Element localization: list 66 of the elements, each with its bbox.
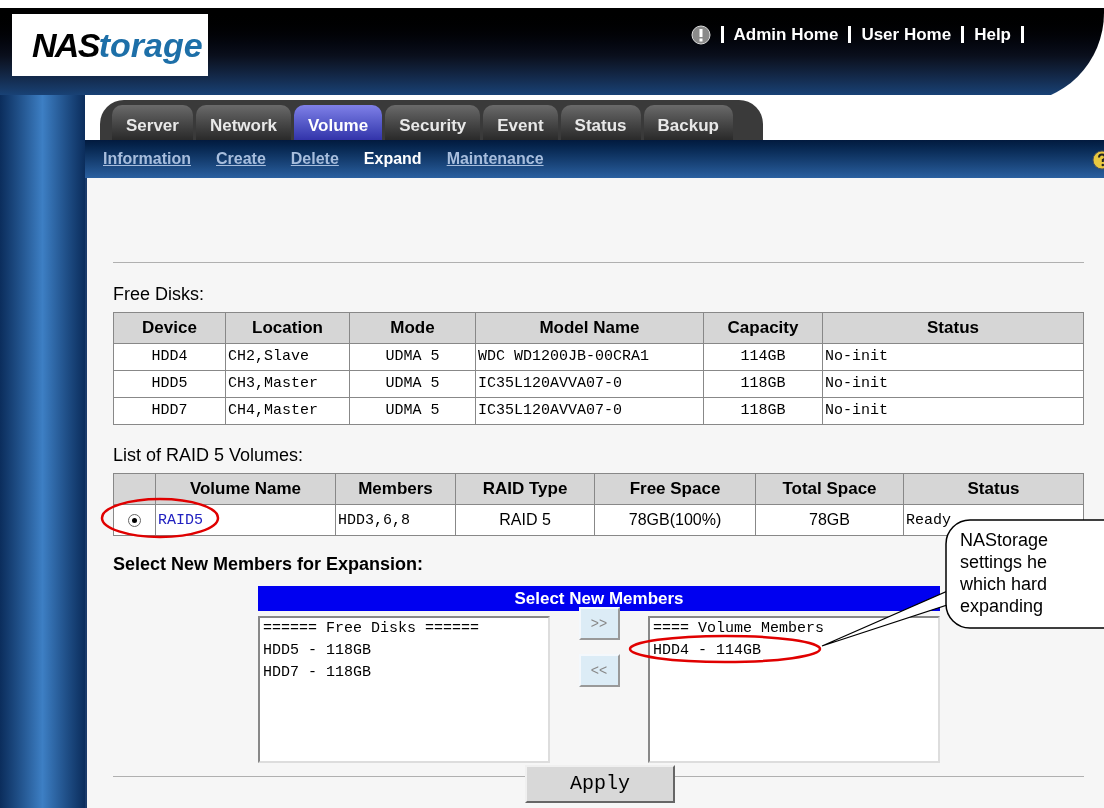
column-header: Status xyxy=(903,473,1084,505)
free-disks-list[interactable]: ====== Free Disks ====== HDD5 - 118GB HDD7 - 118GB xyxy=(258,616,550,763)
table-cell: HDD3,6,8 xyxy=(338,511,410,529)
column-header: Device xyxy=(113,312,226,344)
table-cell: IC35L120AVVA07-0 xyxy=(475,370,704,398)
column-header: RAID Type xyxy=(455,473,595,505)
callout-text: NAStorage settings he which hard expanding xyxy=(960,529,1049,617)
apply-button[interactable]: Apply xyxy=(525,765,675,803)
table-cell: UDMA 5 xyxy=(349,343,476,371)
tab[interactable]: Server xyxy=(112,104,193,140)
alert-icon[interactable] xyxy=(690,24,711,45)
tab[interactable]: Network xyxy=(195,104,291,140)
list-item[interactable]: HDD4 - 114GB xyxy=(653,640,935,662)
subnav-link[interactable]: Delete xyxy=(290,147,339,171)
column-header: Free Space xyxy=(594,473,756,505)
column-header: Location xyxy=(225,312,350,344)
section-title: List of RAID 5 Volumes: xyxy=(113,444,305,467)
table-cell: No-init xyxy=(822,370,1084,398)
tab[interactable]: Security xyxy=(385,104,481,140)
section-title: Select New Members for Expansion: xyxy=(113,553,424,576)
column-header: Members xyxy=(335,473,456,505)
table-cell: Ready xyxy=(906,511,951,529)
header-link[interactable]: Help xyxy=(974,22,1011,48)
table-cell: UDMA 5 xyxy=(349,370,476,398)
column-header: Total Space xyxy=(755,473,904,505)
header-link[interactable]: User Home xyxy=(861,22,952,48)
table-cell: 78GB(100%) xyxy=(628,511,722,528)
column-header: Volume Name xyxy=(155,473,336,505)
logo: NAStorage xyxy=(12,14,208,76)
list-item[interactable]: HDD5 - 118GB xyxy=(263,640,545,662)
table-cell: 118GB xyxy=(703,370,823,398)
tab[interactable]: Event xyxy=(483,104,558,140)
tab[interactable]: Backup xyxy=(643,104,733,140)
table-cell: WDC WD1200JB-00CRA1 xyxy=(475,343,704,371)
column-header: Capacity xyxy=(703,312,823,344)
radio-button[interactable] xyxy=(128,514,141,528)
column-header: Mode xyxy=(349,312,476,344)
table-cell: CH2,Slave xyxy=(225,343,350,371)
panel-header: Select New Members xyxy=(258,586,940,611)
subnav-link[interactable]: Create xyxy=(216,147,266,171)
subnav-link[interactable]: Information xyxy=(103,147,191,171)
table-cell: CH3,Master xyxy=(225,370,350,398)
table-cell: No-init xyxy=(822,397,1084,425)
list-item[interactable]: HDD7 - 118GB xyxy=(263,662,545,684)
subnav-link[interactable]: Expand xyxy=(363,147,422,171)
table-cell: CH4,Master xyxy=(225,397,350,425)
list-item[interactable]: ==== Volume Members xyxy=(653,618,935,640)
table-cell: HDD5 xyxy=(113,370,226,398)
column-header: Status xyxy=(822,312,1084,344)
tab[interactable]: Volume xyxy=(294,104,383,140)
table-cell: IC35L120AVVA07-0 xyxy=(475,397,704,425)
column-header: Model Name xyxy=(475,312,704,344)
list-item[interactable]: ====== Free Disks ====== xyxy=(263,618,545,640)
table-cell: UDMA 5 xyxy=(349,397,476,425)
table-cell: HDD4 xyxy=(113,343,226,371)
table-cell: HDD7 xyxy=(113,397,226,425)
table-cell: No-init xyxy=(822,343,1084,371)
subnav-link[interactable]: Maintenance xyxy=(446,147,544,171)
header-link[interactable]: Admin Home xyxy=(733,22,839,48)
table-cell: RAID 5 xyxy=(499,511,551,528)
table-cell: 118GB xyxy=(703,397,823,425)
volume-link[interactable]: RAID5 xyxy=(158,511,203,529)
tab[interactable]: Status xyxy=(560,104,641,140)
table-cell: 114GB xyxy=(703,343,823,371)
section-title: Free Disks: xyxy=(113,283,205,306)
table-cell: 78GB xyxy=(809,511,850,528)
